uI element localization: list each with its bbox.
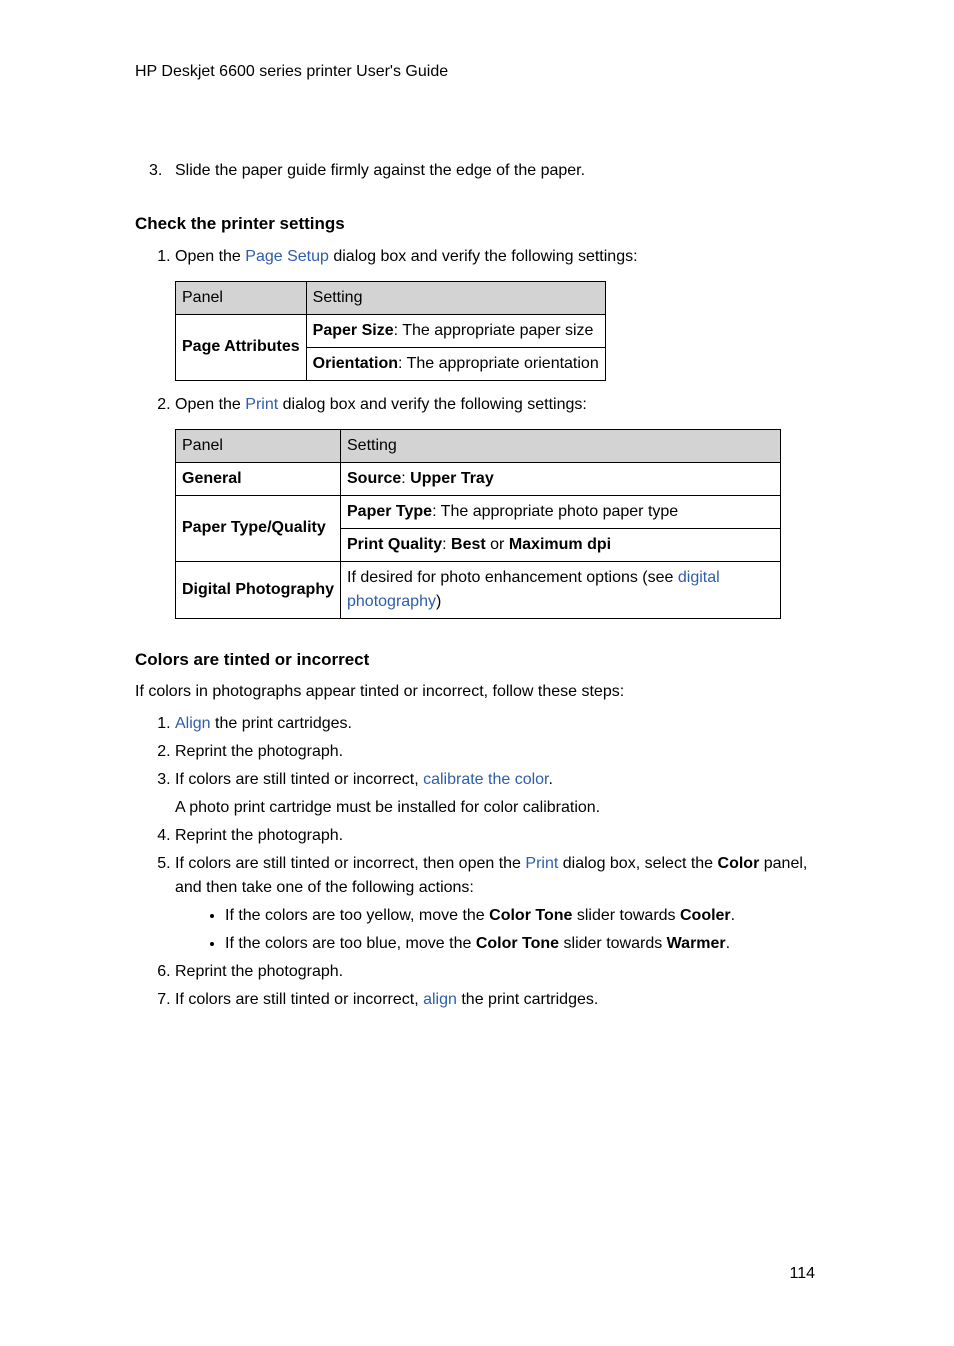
text: : The appropriate photo paper type — [432, 503, 678, 520]
header-setting: Setting — [306, 281, 605, 314]
bold-text: Upper Tray — [410, 470, 494, 487]
text: dialog box and verify the following sett… — [278, 396, 587, 413]
align-link-2[interactable]: align — [423, 991, 457, 1008]
text: If the colors are too blue, move the — [225, 935, 476, 952]
setting-cell: If desired for photo enhancement options… — [341, 561, 781, 618]
bold-text: Print Quality — [347, 536, 442, 553]
text: the print cartridges. — [211, 715, 352, 732]
colors-step-5: If colors are still tinted or incorrect,… — [175, 852, 819, 956]
table-row: Page Attributes Paper Size: The appropri… — [176, 314, 606, 347]
text: ) — [436, 593, 441, 610]
setting-cell: Orientation: The appropriate orientation — [306, 347, 605, 380]
text: slider towards — [572, 907, 680, 924]
bold-text: Paper Size — [313, 322, 394, 339]
colors-step-3-note: A photo print cartridge must be installe… — [175, 796, 819, 820]
text: . — [726, 935, 730, 952]
text: Open the — [175, 396, 245, 413]
document-header: HP Deskjet 6600 series printer User's Gu… — [135, 60, 819, 84]
table-row: Paper Type/Quality Paper Type: The appro… — [176, 495, 781, 528]
panel-cell: Digital Photography — [176, 561, 341, 618]
setting-cell: Source: Upper Tray — [341, 462, 781, 495]
text: slider towards — [559, 935, 667, 952]
setting-cell: Print Quality: Best or Maximum dpi — [341, 528, 781, 561]
text: Open the — [175, 248, 245, 265]
page-setup-link[interactable]: Page Setup — [245, 248, 329, 265]
text: If desired for photo enhancement options… — [347, 569, 678, 586]
bold-text: Color Tone — [489, 907, 572, 924]
text: If colors are still tinted or incorrect,… — [175, 855, 525, 872]
text: . — [731, 907, 735, 924]
table-row: General Source: Upper Tray — [176, 462, 781, 495]
text: : — [401, 470, 410, 487]
setting-cell: Paper Type: The appropriate photo paper … — [341, 495, 781, 528]
page-number: 114 — [135, 1262, 819, 1286]
align-link[interactable]: Align — [175, 715, 211, 732]
section-heading-colors: Colors are tinted or incorrect — [135, 647, 819, 673]
header-panel: Panel — [176, 281, 307, 314]
step-list-continued: Slide the paper guide firmly against the… — [135, 159, 819, 183]
check-settings-list: Open the Page Setup dialog box and verif… — [135, 245, 819, 269]
text: dialog box, select the — [558, 855, 717, 872]
bold-text: Paper Type — [347, 503, 432, 520]
print-settings-table: Panel Setting General Source: Upper Tray… — [175, 429, 781, 619]
text: the print cartridges. — [457, 991, 598, 1008]
table-row: Digital Photography If desired for photo… — [176, 561, 781, 618]
header-setting: Setting — [341, 429, 781, 462]
bold-text: Color — [718, 855, 760, 872]
colors-step-1: Align the print cartridges. — [175, 712, 819, 736]
colors-step-6: Reprint the photograph. — [175, 960, 819, 984]
text: If colors are still tinted or incorrect, — [175, 771, 423, 788]
panel-cell: Page Attributes — [176, 314, 307, 380]
bold-text: Warmer — [667, 935, 726, 952]
table-header-row: Panel Setting — [176, 429, 781, 462]
bold-text: Maximum dpi — [509, 536, 611, 553]
setting-cell: Paper Size: The appropriate paper size — [306, 314, 605, 347]
print-link-2[interactable]: Print — [525, 855, 558, 872]
check-step-2: Open the Print dialog box and verify the… — [175, 393, 819, 417]
text: If the colors are too yellow, move the — [225, 907, 489, 924]
color-actions-list: If the colors are too yellow, move the C… — [175, 904, 819, 956]
panel-cell: General — [176, 462, 341, 495]
table-header-row: Panel Setting — [176, 281, 606, 314]
color-action-yellow: If the colors are too yellow, move the C… — [225, 904, 819, 928]
colors-intro: If colors in photographs appear tinted o… — [135, 680, 819, 704]
text: or — [486, 536, 509, 553]
bold-text: Color Tone — [476, 935, 559, 952]
colors-step-2: Reprint the photograph. — [175, 740, 819, 764]
colors-step-7: If colors are still tinted or incorrect,… — [175, 988, 819, 1012]
text: : The appropriate paper size — [394, 322, 594, 339]
section-heading-check-settings: Check the printer settings — [135, 211, 819, 237]
text: : The appropriate orientation — [398, 355, 599, 372]
check-step-1: Open the Page Setup dialog box and verif… — [175, 245, 819, 269]
bold-text: Best — [451, 536, 486, 553]
calibrate-color-link[interactable]: calibrate the color — [423, 771, 548, 788]
text: If colors are still tinted or incorrect, — [175, 991, 423, 1008]
text: dialog box and verify the following sett… — [329, 248, 638, 265]
text: : — [442, 536, 451, 553]
check-settings-list-2: Open the Print dialog box and verify the… — [135, 393, 819, 417]
step-3: Slide the paper guide firmly against the… — [175, 159, 819, 183]
page-setup-table: Panel Setting Page Attributes Paper Size… — [175, 281, 606, 381]
bold-text: Cooler — [680, 907, 731, 924]
colors-steps-list: Align the print cartridges. Reprint the … — [135, 712, 819, 1012]
colors-step-4: Reprint the photograph. — [175, 824, 819, 848]
colors-step-3: If colors are still tinted or incorrect,… — [175, 768, 819, 820]
text: . — [549, 771, 553, 788]
print-link[interactable]: Print — [245, 396, 278, 413]
color-action-blue: If the colors are too blue, move the Col… — [225, 932, 819, 956]
bold-text: Source — [347, 470, 401, 487]
bold-text: Orientation — [313, 355, 398, 372]
header-panel: Panel — [176, 429, 341, 462]
panel-cell: Paper Type/Quality — [176, 495, 341, 561]
